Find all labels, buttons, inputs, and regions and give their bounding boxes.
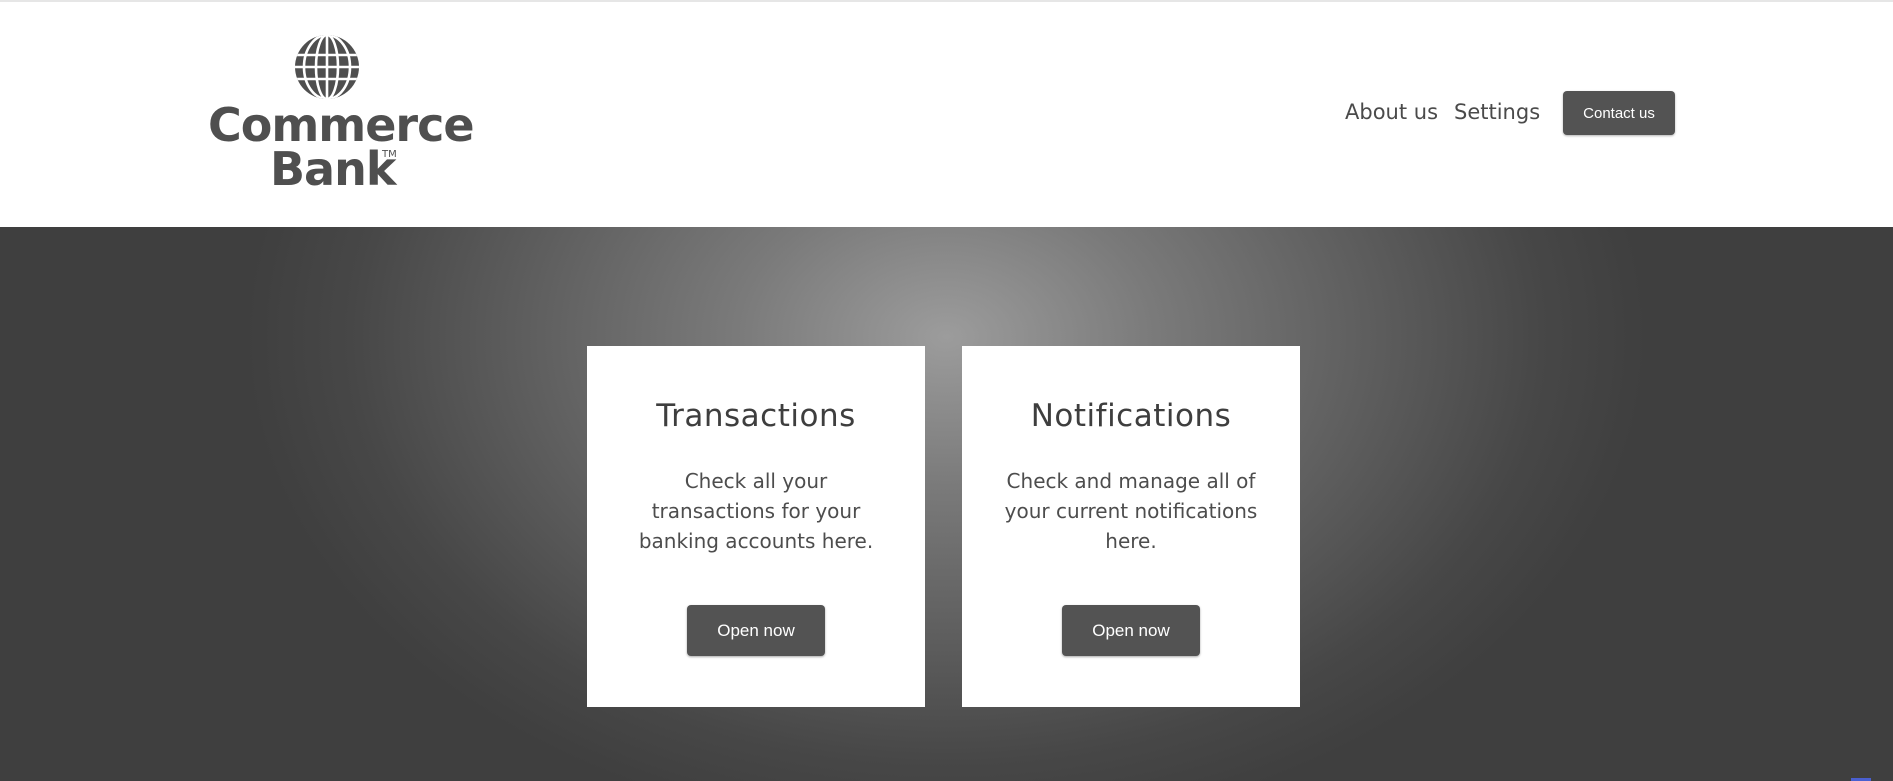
hero-section: Transactions Check all your transactions…: [0, 227, 1893, 781]
transactions-open-button[interactable]: Open now: [687, 605, 825, 656]
nav-about-link[interactable]: About us: [1345, 100, 1438, 124]
notifications-card: Notifications Check and manage all of yo…: [962, 346, 1300, 707]
card-title: Notifications: [1030, 398, 1232, 434]
nav-settings-link[interactable]: Settings: [1454, 100, 1540, 124]
contact-us-button[interactable]: Contact us: [1563, 91, 1675, 135]
notifications-open-button[interactable]: Open now: [1062, 605, 1200, 656]
card-description: Check all your transactions for your ban…: [638, 469, 874, 553]
globe-icon: [295, 35, 359, 99]
logo-wordmark-line2: Bank: [270, 142, 396, 196]
bank-logo[interactable]: Commerce Bank TM: [208, 34, 475, 196]
card-description: Check and manage all of your current not…: [1004, 469, 1258, 553]
site-header: Commerce Bank TM About us Settings Conta…: [0, 0, 1893, 227]
logo-trademark: TM: [382, 149, 397, 160]
transactions-card: Transactions Check all your transactions…: [587, 346, 925, 707]
card-title: Transactions: [656, 398, 856, 434]
